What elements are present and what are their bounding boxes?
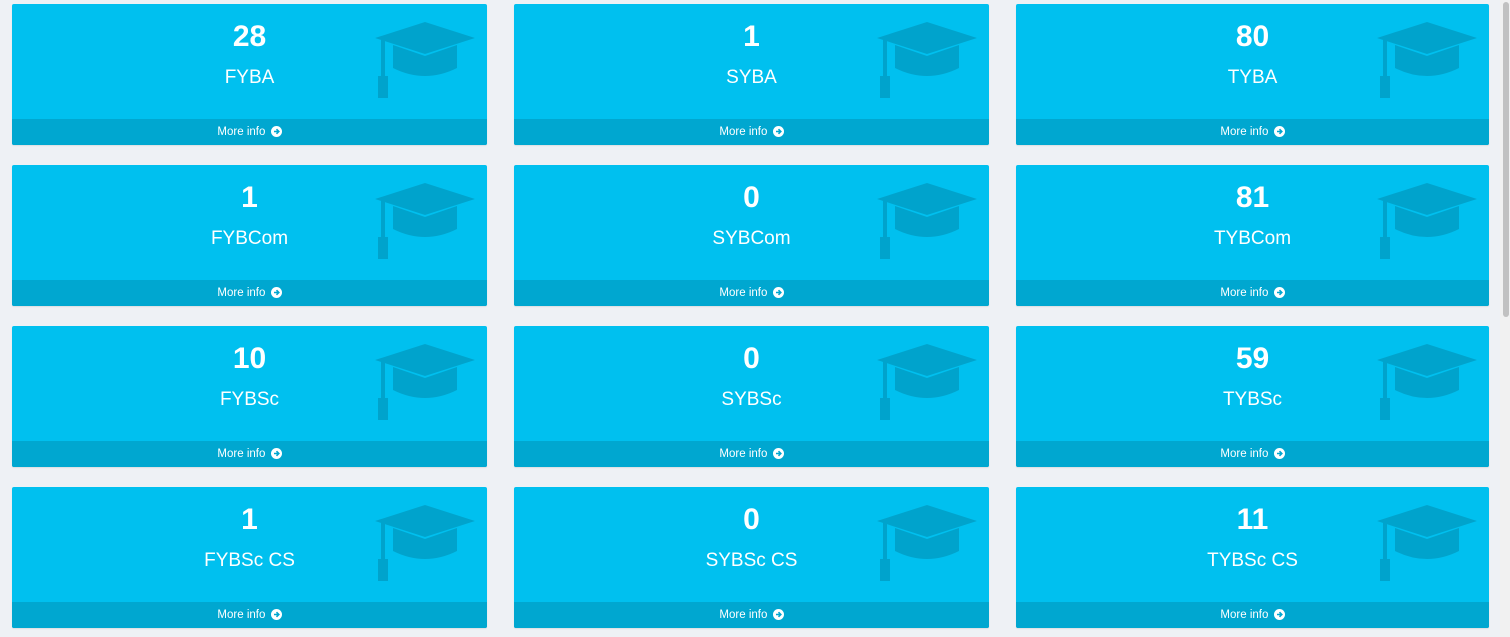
small-box-card: 1 FYBCom More info [12, 165, 487, 306]
card-count: 28 [232, 20, 267, 53]
small-box-card: 59 TYBSc More info [1016, 326, 1489, 467]
card-label: TYBSc [1222, 389, 1283, 410]
small-box-card: 0 SYBSc CS More info [514, 487, 989, 628]
more-info-label: More info [1220, 126, 1269, 138]
arrow-circle-right-icon [772, 609, 784, 620]
small-box-card: 11 TYBSc CS More info [1016, 487, 1489, 628]
card-count: 0 [743, 503, 760, 536]
more-info-link[interactable]: More info [12, 280, 487, 306]
card-count: 59 [1235, 342, 1270, 375]
small-box-card: 80 TYBA More info [1016, 4, 1489, 145]
arrow-circle-right-icon [1273, 609, 1285, 620]
more-info-link[interactable]: More info [12, 119, 487, 145]
more-info-link[interactable]: More info [1016, 280, 1489, 306]
card-label: SYBSc [721, 389, 782, 410]
card-inner: 11 TYBSc CS [1016, 487, 1489, 602]
card-inner: 0 SYBCom [514, 165, 989, 280]
more-info-label: More info [719, 448, 768, 460]
more-info-link[interactable]: More info [514, 119, 989, 145]
card-inner: 10 FYBSc [12, 326, 487, 441]
card-inner: 80 TYBA [1016, 4, 1489, 119]
card-count: 10 [232, 342, 267, 375]
card-inner: 1 SYBA [514, 4, 989, 119]
arrow-circle-right-icon [270, 448, 282, 459]
page-scrollbar[interactable] [1500, 0, 1510, 637]
arrow-circle-right-icon [270, 609, 282, 620]
card-inner: 0 SYBSc [514, 326, 989, 441]
arrow-circle-right-icon [1273, 287, 1285, 298]
card-count: 11 [1236, 503, 1269, 536]
arrow-circle-right-icon [1273, 126, 1285, 137]
card-label: FYBSc CS [204, 550, 295, 571]
card-count: 1 [241, 181, 258, 214]
more-info-label: More info [719, 609, 768, 621]
more-info-label: More info [719, 287, 768, 299]
small-box-card: 0 SYBSc More info [514, 326, 989, 467]
more-info-link[interactable]: More info [514, 602, 989, 628]
small-box-card: 1 FYBSc CS More info [12, 487, 487, 628]
card-count: 81 [1235, 181, 1270, 214]
card-label: SYBSc CS [705, 550, 798, 571]
more-info-link[interactable]: More info [1016, 441, 1489, 467]
more-info-link[interactable]: More info [12, 441, 487, 467]
card-label: FYBSc [219, 389, 280, 410]
small-box-card: 10 FYBSc More info [12, 326, 487, 467]
card-count: 0 [743, 181, 760, 214]
card-count: 80 [1235, 20, 1270, 53]
card-inner: 59 TYBSc [1016, 326, 1489, 441]
arrow-circle-right-icon [1273, 448, 1285, 459]
arrow-circle-right-icon [270, 126, 282, 137]
card-label: TYBCom [1213, 228, 1292, 249]
card-inner: 1 FYBSc CS [12, 487, 487, 602]
more-info-label: More info [217, 448, 266, 460]
more-info-link[interactable]: More info [12, 602, 487, 628]
more-info-label: More info [217, 287, 266, 299]
card-label: SYBCom [712, 228, 791, 249]
arrow-circle-right-icon [772, 448, 784, 459]
card-label: TYBA [1227, 67, 1278, 88]
card-inner: 0 SYBSc CS [514, 487, 989, 602]
card-label: TYBSc CS [1207, 550, 1298, 571]
more-info-label: More info [1220, 609, 1269, 621]
card-inner: 81 TYBCom [1016, 165, 1489, 280]
more-info-label: More info [1220, 448, 1269, 460]
more-info-label: More info [217, 609, 266, 621]
card-count: 1 [743, 20, 760, 53]
more-info-label: More info [1220, 287, 1269, 299]
card-count: 0 [743, 342, 760, 375]
arrow-circle-right-icon [772, 287, 784, 298]
scrollbar-thumb[interactable] [1503, 2, 1509, 317]
card-label: FYBA [224, 67, 275, 88]
card-label: FYBCom [210, 228, 289, 249]
card-label: SYBA [726, 67, 777, 88]
small-box-card: 0 SYBCom More info [514, 165, 989, 306]
arrow-circle-right-icon [270, 287, 282, 298]
arrow-circle-right-icon [772, 126, 784, 137]
more-info-link[interactable]: More info [514, 441, 989, 467]
stats-grid: 28 FYBA More info 1 SYBA More info 80 TY… [12, 4, 1489, 628]
card-count: 1 [241, 503, 258, 536]
small-box-card: 81 TYBCom More info [1016, 165, 1489, 306]
more-info-link[interactable]: More info [1016, 119, 1489, 145]
small-box-card: 28 FYBA More info [12, 4, 487, 145]
more-info-label: More info [217, 126, 266, 138]
more-info-label: More info [719, 126, 768, 138]
more-info-link[interactable]: More info [1016, 602, 1489, 628]
card-inner: 28 FYBA [12, 4, 487, 119]
small-box-card: 1 SYBA More info [514, 4, 989, 145]
card-inner: 1 FYBCom [12, 165, 487, 280]
more-info-link[interactable]: More info [514, 280, 989, 306]
